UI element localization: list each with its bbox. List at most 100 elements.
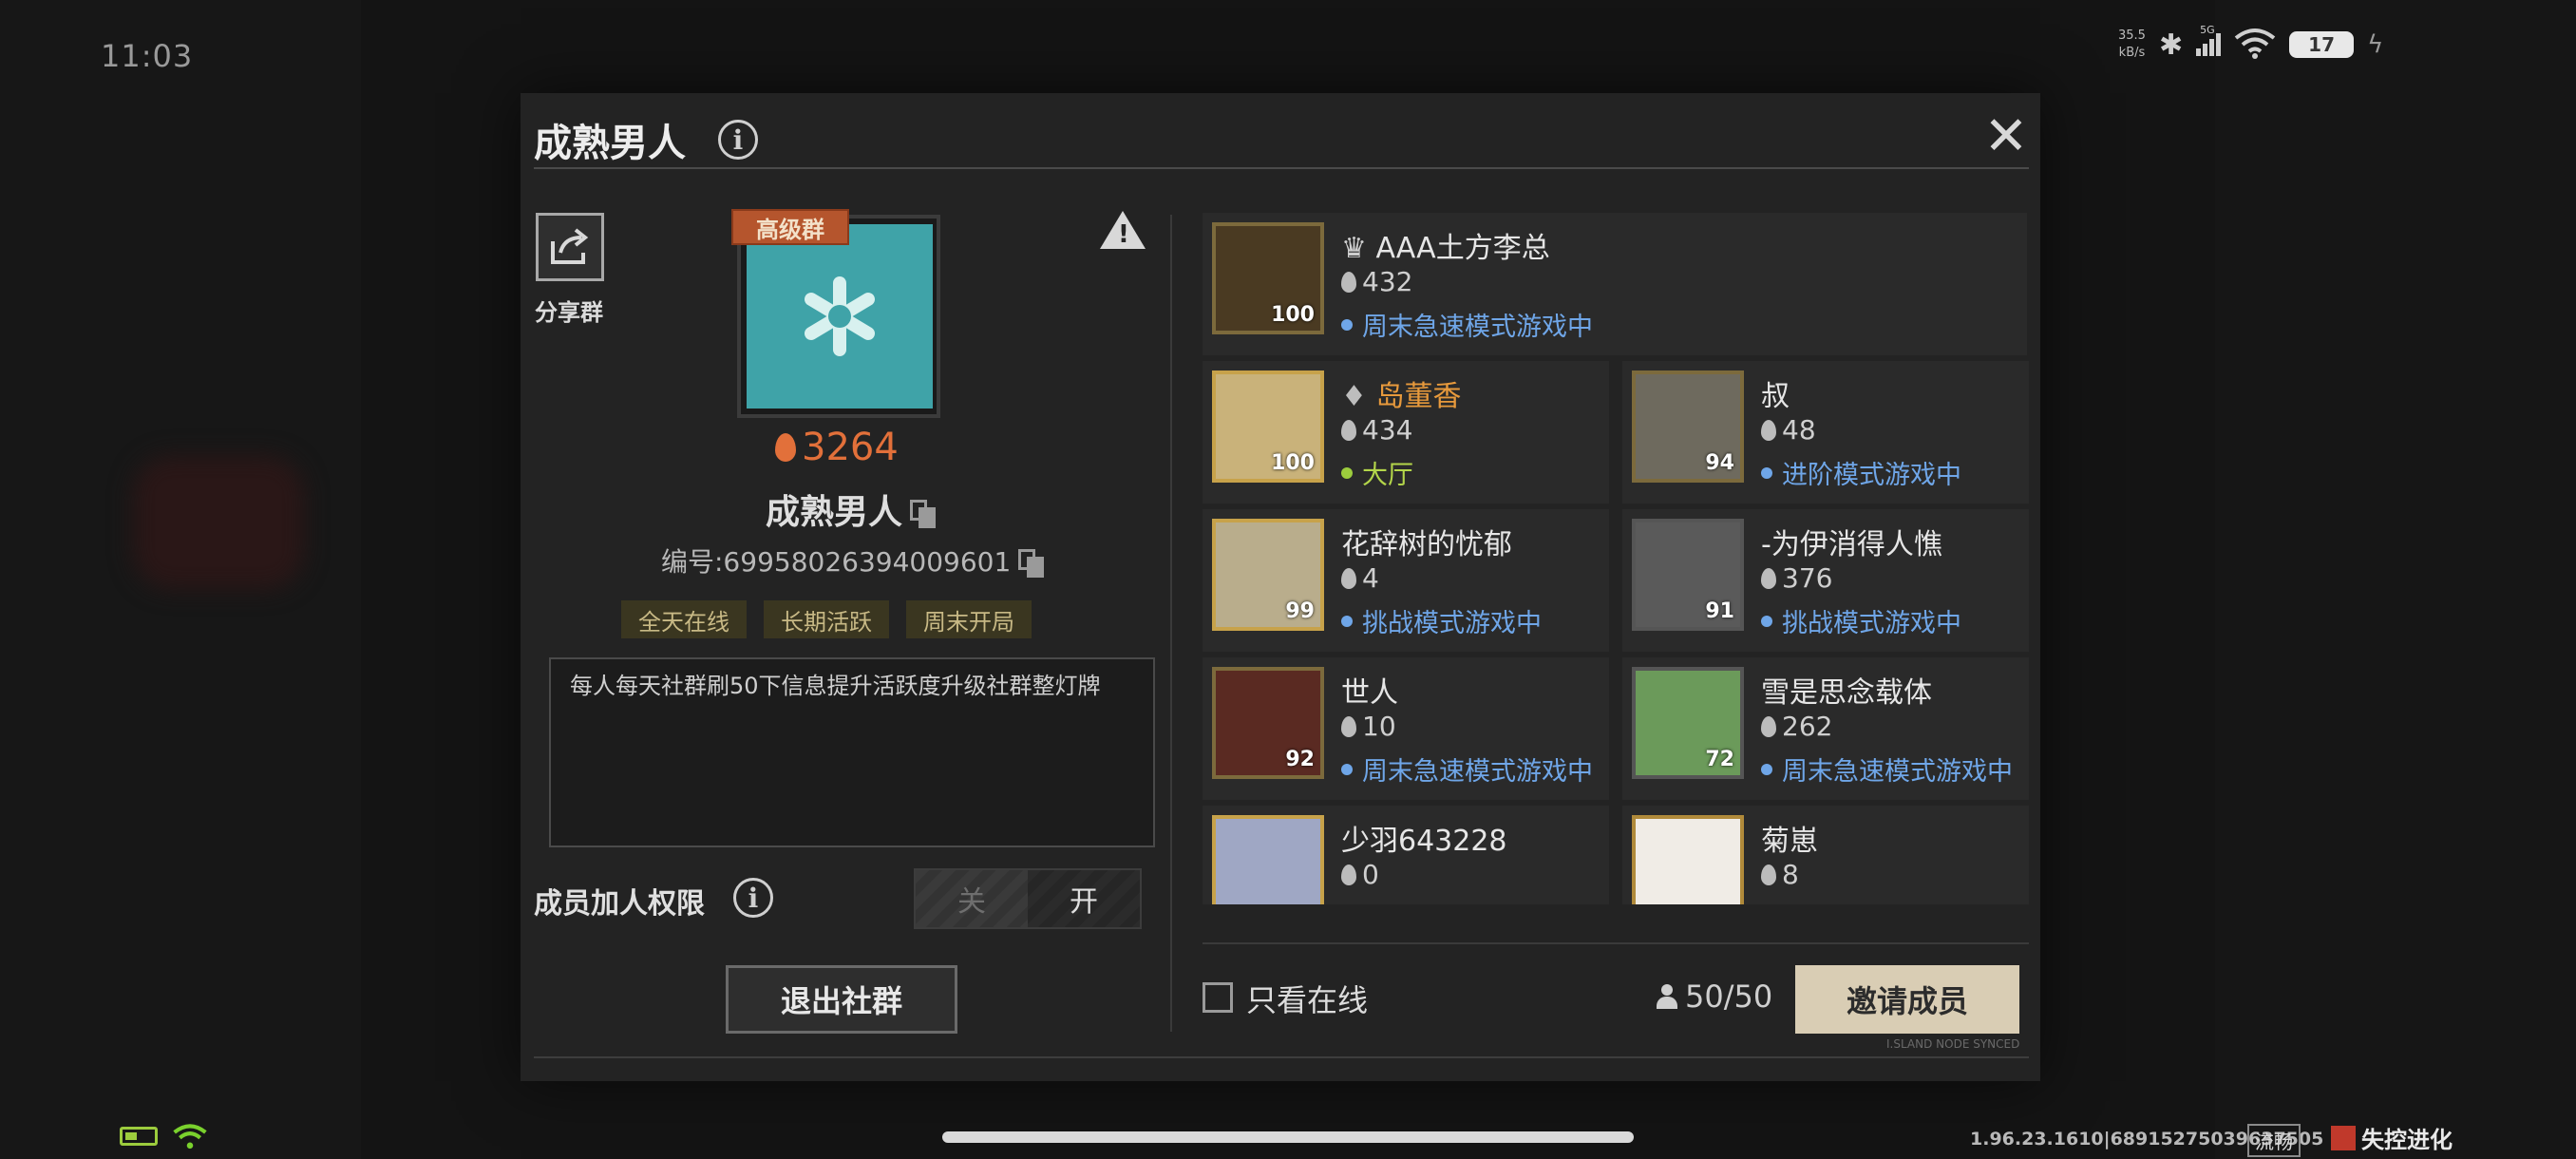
- member-status-text: 挑战模式游戏中: [1782, 609, 1961, 638]
- member-status: 周末急速模式游戏中: [1341, 750, 1593, 788]
- member-name: ♛ AAA土方李总: [1341, 224, 1550, 266]
- charging-icon: ϟ: [2367, 30, 2384, 59]
- member-name: 花辞树的忧郁: [1341, 528, 1512, 561]
- net-speed: 35.5 kB/s: [2118, 28, 2146, 62]
- invite-member-button[interactable]: 邀请成员: [1795, 965, 2019, 1034]
- bottom-left-indicators: [120, 1123, 207, 1150]
- status-time: 11:03: [101, 38, 194, 74]
- flame-icon: [1761, 419, 1776, 441]
- permission-toggle[interactable]: 关 开: [914, 868, 1142, 929]
- member-status: 挑战模式游戏中: [1341, 602, 1542, 639]
- flame-icon: [1341, 715, 1356, 737]
- member-name: 世人: [1341, 676, 1398, 710]
- member-avatar: [1212, 815, 1324, 904]
- member-card[interactable]: 100 ♛ AAA土方李总 432 周末急速模式游戏中: [1203, 213, 2027, 355]
- member-name-text: AAA土方李总: [1375, 232, 1550, 265]
- toggle-off[interactable]: 关: [916, 870, 1028, 927]
- group-avatar: [747, 224, 933, 408]
- member-level: 92: [1285, 748, 1315, 771]
- member-status-text: 挑战模式游戏中: [1362, 609, 1542, 638]
- permission-info-icon[interactable]: i: [733, 878, 773, 918]
- group-name-text: 成熟男人: [766, 493, 903, 532]
- member-level: 72: [1705, 748, 1734, 771]
- member-count: 50/50: [1657, 978, 1772, 1015]
- member-level: 99: [1285, 599, 1315, 623]
- member-heat: 376: [1761, 562, 1832, 594]
- flame-icon: [775, 433, 796, 462]
- copy-name-icon[interactable]: [910, 500, 937, 528]
- member-level: 91: [1705, 599, 1734, 623]
- info-icon[interactable]: i: [718, 120, 758, 160]
- close-button[interactable]: ✕: [1981, 110, 2031, 163]
- member-heat: 4: [1341, 562, 1379, 594]
- online-only-checkbox[interactable]: [1203, 982, 1233, 1013]
- group-tags: 全天在线 长期活跃 周末开局: [621, 600, 1032, 638]
- member-card[interactable]: 72 雪是思念载体 262 周末急速模式游戏中: [1622, 657, 2029, 800]
- group-name: 成熟男人: [766, 484, 937, 534]
- share-group-button[interactable]: [536, 213, 604, 281]
- net-speed-value: 35.5: [2118, 28, 2146, 43]
- flame-icon: [1341, 419, 1356, 441]
- share-group-label: 分享群: [535, 299, 603, 326]
- background-blur: [133, 456, 304, 589]
- member-name: 叔: [1761, 380, 1790, 413]
- bluetooth-icon: ✱: [2158, 28, 2184, 62]
- member-heat-value: 376: [1782, 562, 1833, 594]
- online-only-label[interactable]: 只看在线: [1246, 977, 1368, 1020]
- flame-icon: [1761, 864, 1776, 885]
- member-avatar: [1632, 815, 1744, 904]
- member-card[interactable]: 少羽643228 0: [1203, 806, 1609, 904]
- battery-indicator: 17: [2289, 31, 2355, 58]
- member-heat-value: 0: [1362, 859, 1379, 890]
- member-heat-value: 432: [1362, 266, 1413, 297]
- member-avatar: 99: [1212, 519, 1324, 631]
- member-level: 100: [1271, 451, 1315, 475]
- home-indicator[interactable]: [942, 1131, 1634, 1143]
- group-id-text: 编号:69958026394009601: [661, 546, 1012, 578]
- member-status-text: 周末急速模式游戏中: [1362, 313, 1593, 342]
- game-logo-text: 失控进化: [2361, 1127, 2453, 1153]
- group-tag: 全天在线: [621, 600, 747, 638]
- member-heat-value: 262: [1782, 711, 1833, 742]
- group-heat-value: 3264: [802, 426, 899, 469]
- member-card[interactable]: 100 ♦ 岛董香 434 大厅: [1203, 361, 1609, 504]
- wifi-icon: [2234, 27, 2276, 63]
- member-heat: 434: [1341, 414, 1412, 446]
- member-avatar: 91: [1632, 519, 1744, 631]
- member-name: 雪是思念载体: [1761, 676, 1932, 710]
- member-card[interactable]: 94 叔 48 进阶模式游戏中: [1622, 361, 2029, 504]
- status-dot: [1341, 615, 1353, 627]
- signal-icon: 5G: [2196, 24, 2222, 56]
- member-status-text: 周末急速模式游戏中: [1362, 757, 1593, 787]
- member-heat-value: 10: [1362, 711, 1396, 742]
- member-name: 菊崽: [1761, 825, 1818, 858]
- member-avatar: 92: [1212, 667, 1324, 779]
- member-heat: 48: [1761, 414, 1816, 446]
- panel-divider: [1170, 215, 1172, 1032]
- group-id: 编号:69958026394009601: [661, 542, 1045, 580]
- member-card[interactable]: 92 世人 10 周末急速模式游戏中: [1203, 657, 1609, 800]
- member-heat-value: 434: [1362, 414, 1413, 446]
- tier-badge: 高级群: [731, 209, 849, 245]
- bottom-divider: [534, 1056, 2029, 1058]
- member-card[interactable]: 99 花辞树的忧郁 4 挑战模式游戏中: [1203, 509, 1609, 652]
- copy-id-icon[interactable]: [1018, 549, 1045, 578]
- status-dot: [1761, 615, 1772, 627]
- toggle-on[interactable]: 开: [1028, 870, 1140, 927]
- member-heat-value: 48: [1782, 414, 1816, 446]
- group-heat: 3264: [775, 426, 899, 469]
- leave-group-button[interactable]: 退出社群: [726, 965, 957, 1034]
- net-speed-unit: kB/s: [2118, 46, 2146, 60]
- medal-icon: ♦: [1341, 380, 1367, 413]
- status-dot: [1761, 763, 1772, 775]
- member-name: -为伊消得人憔: [1761, 528, 1942, 561]
- member-permission-label: 成员加人权限: [534, 887, 705, 921]
- member-name: ♦ 岛董香: [1341, 372, 1461, 414]
- member-avatar: 72: [1632, 667, 1744, 779]
- logo-mark-icon: [2331, 1125, 2356, 1150]
- flame-icon: [1761, 715, 1776, 737]
- member-card[interactable]: 菊崽 8: [1622, 806, 2029, 904]
- member-status: 进阶模式游戏中: [1761, 454, 1961, 491]
- member-status: 大厅: [1341, 454, 1413, 491]
- member-card[interactable]: 91 -为伊消得人憔 376 挑战模式游戏中: [1622, 509, 2029, 652]
